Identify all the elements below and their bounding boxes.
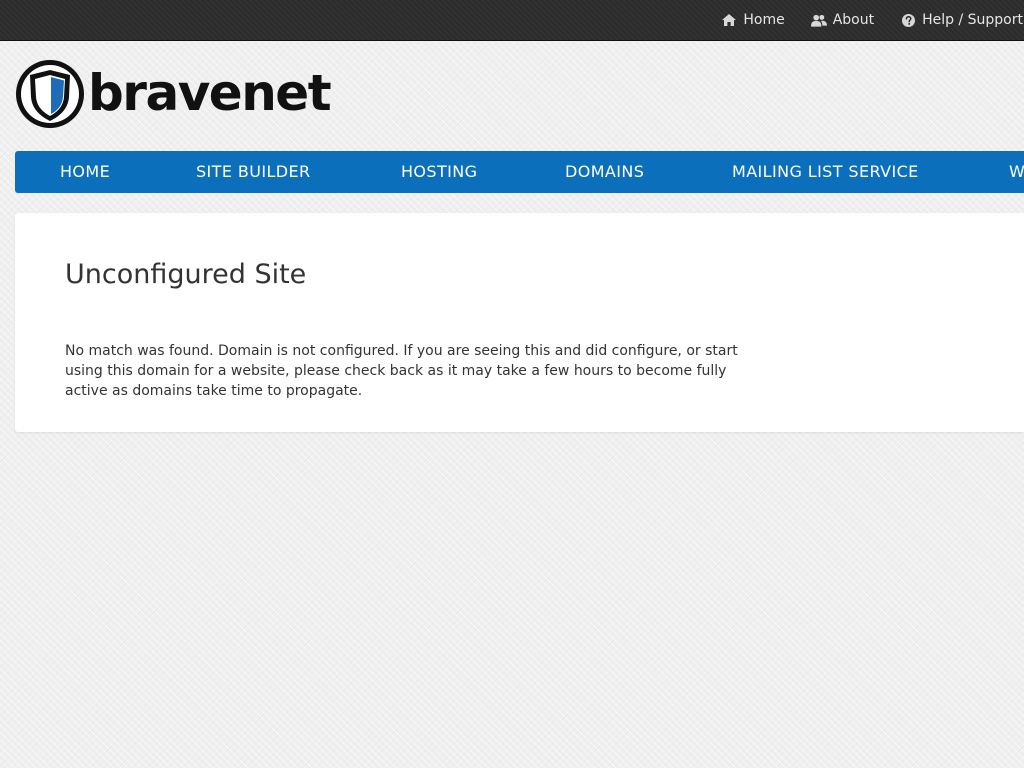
nav-item-hosting[interactable]: HOSTING bbox=[401, 151, 477, 193]
top-bar: Home About Help / Support bbox=[0, 0, 1024, 41]
nav-item-truncated[interactable]: W bbox=[1009, 151, 1024, 193]
page-message: No match was found. Domain is not config… bbox=[65, 343, 738, 399]
top-link-about-label: About bbox=[832, 12, 875, 28]
shield-logo-icon bbox=[15, 59, 85, 133]
top-link-home[interactable]: Home bbox=[721, 12, 785, 28]
nav-item-domains[interactable]: DOMAINS bbox=[565, 151, 644, 193]
nav-item-mailing-list-service[interactable]: MAILING LIST SERVICE bbox=[732, 151, 919, 193]
nav-item-home[interactable]: HOME bbox=[60, 151, 110, 193]
top-link-help-support[interactable]: Help / Support bbox=[900, 12, 1023, 28]
top-link-home-label: Home bbox=[743, 12, 785, 28]
nav-item-site-builder[interactable]: SITE BUILDER bbox=[196, 151, 311, 193]
question-circle-icon bbox=[900, 13, 916, 27]
home-icon bbox=[721, 13, 737, 27]
bravenet-logo[interactable]: bravenet bbox=[15, 59, 332, 133]
users-icon bbox=[810, 13, 827, 27]
top-link-help-support-label: Help / Support bbox=[922, 12, 1023, 28]
content-panel: Unconfigured Site No match was found. Do… bbox=[15, 213, 1024, 432]
logo-text: bravenet bbox=[88, 64, 332, 122]
top-links: Home About Help / Support bbox=[695, 0, 1023, 40]
main-nav: HOME SITE BUILDER HOSTING DOMAINS MAILIN… bbox=[15, 151, 1024, 193]
page-title: Unconfigured Site bbox=[65, 259, 307, 290]
top-link-about[interactable]: About bbox=[810, 12, 875, 28]
